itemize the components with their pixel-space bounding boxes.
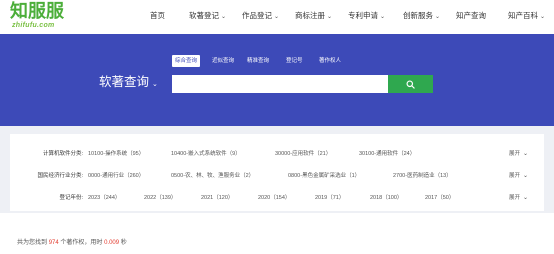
nav-patent-label: 专利申请 — [348, 11, 378, 20]
filter-row-registration-year: 登记年份: 2023（244） 2022（139） 2021（120） 2020… — [10, 191, 544, 205]
results-count: 974 — [48, 240, 59, 246]
chevron-down-icon: ⌄ — [523, 151, 529, 157]
tab-registration-number[interactable]: 登记号 — [283, 55, 306, 67]
filter-option[interactable]: 30000-应用软件（21） — [275, 147, 331, 161]
top-navbar: 知服服 zhifufu.com 首页 软著登记 ⌄ 作品登记 ⌄ 商标注册 ⌄ 专利申… — [0, 0, 554, 34]
results-time: 0.009 — [104, 240, 120, 246]
filter-option[interactable]: 2020（154） — [258, 191, 290, 205]
filter-option[interactable]: 0000-通用行业（260） — [88, 169, 144, 183]
filter-option[interactable]: 2018（100） — [370, 191, 402, 205]
results-summary: 共为您找到 974 个著作权，用时 0.009 秒 — [17, 238, 127, 248]
search-icon — [406, 79, 415, 89]
filter-panel: 计算机软件分类: 10100-操作系统（95） 10400-嵌入式系统软件（9）… — [10, 134, 544, 211]
search-hero: 综合查询 近似查询 精准查询 登记号 著作权人 软著查询 ⌄ — [0, 34, 554, 126]
tab-similar-query[interactable]: 近似查询 — [209, 55, 237, 67]
tab-copyright-owner[interactable]: 著作权人 — [316, 55, 344, 67]
filter-option[interactable]: 10400-嵌入式系统软件（9） — [171, 147, 241, 161]
chevron-down-icon: ⌄ — [152, 81, 158, 88]
expand-button[interactable]: 展开 ⌄ — [509, 169, 528, 183]
nav-ip-query-label: 知产查询 — [456, 11, 486, 20]
nav-trademark[interactable]: 商标注册 ⌄ — [295, 11, 332, 22]
filter-option[interactable]: 0800-黑色金属矿采选业（1） — [288, 169, 360, 183]
expand-label: 展开 — [509, 173, 521, 179]
expand-button[interactable]: 展开 ⌄ — [509, 191, 528, 205]
chevron-down-icon: ⌄ — [435, 14, 441, 20]
search-type-select[interactable]: 软著查询 ⌄ — [99, 74, 158, 93]
expand-label: 展开 — [509, 151, 521, 157]
chevron-down-icon: ⌄ — [540, 14, 546, 20]
nav-work-registration[interactable]: 作品登记 ⌄ — [242, 11, 279, 22]
filter-label: 国民经济行业分类: — [37, 173, 83, 179]
results-middle: 个著作权，用时 — [60, 240, 103, 246]
logo-domain: zhifufu.com — [12, 22, 55, 29]
filter-option[interactable]: 2017（50） — [425, 191, 454, 205]
search-button[interactable] — [388, 75, 433, 93]
nav-software-copyright-label: 软著登记 — [189, 11, 219, 20]
tab-comprehensive-query[interactable]: 综合查询 — [172, 55, 201, 67]
expand-button[interactable]: 展开 ⌄ — [509, 147, 528, 161]
nav-ip-wiki-label: 知产百科 — [508, 11, 538, 20]
expand-label: 展开 — [509, 195, 521, 201]
search-input[interactable] — [172, 75, 388, 93]
filter-option[interactable]: 2022（139） — [144, 191, 176, 205]
results-section: 共为您找到 974 个著作权，用时 0.009 秒 — [0, 213, 554, 254]
nav-home[interactable]: 首页 — [150, 11, 165, 21]
chevron-down-icon: ⌄ — [274, 14, 280, 20]
site-logo[interactable]: 知服服 zhifufu.com — [10, 1, 76, 31]
chevron-down-icon: ⌄ — [327, 14, 333, 20]
results-suffix: 秒 — [120, 240, 127, 246]
nav-innovation[interactable]: 创新服务 ⌄ — [403, 11, 440, 22]
filter-option[interactable]: 30100-通用软件（24） — [359, 147, 415, 161]
nav-ip-query[interactable]: 知产查询 — [456, 11, 486, 21]
nav-patent[interactable]: 专利申请 ⌄ — [348, 11, 385, 22]
filter-option[interactable]: 2019（71） — [315, 191, 344, 205]
results-prefix: 共为您找到 — [17, 240, 48, 246]
filter-label: 登记年份: — [59, 195, 83, 201]
nav-software-copyright[interactable]: 软著登记 ⌄ — [189, 11, 226, 22]
chevron-down-icon: ⌄ — [523, 195, 529, 201]
chevron-down-icon: ⌄ — [221, 14, 227, 20]
search-type-label: 软著查询 — [99, 75, 150, 89]
tab-exact-query[interactable]: 精准查询 — [244, 55, 272, 67]
nav-work-registration-label: 作品登记 — [242, 11, 272, 20]
chevron-down-icon: ⌄ — [380, 14, 386, 20]
nav-ip-wiki[interactable]: 知产百科 ⌄ — [508, 11, 545, 22]
logo-text: 知服服 — [10, 1, 64, 22]
filter-label: 计算机软件分类: — [42, 151, 83, 157]
filter-option[interactable]: 2021（120） — [201, 191, 233, 205]
filter-option[interactable]: 10100-操作系统（95） — [88, 147, 144, 161]
chevron-down-icon: ⌄ — [523, 173, 529, 179]
filter-row-industry-category: 国民经济行业分类: 0000-通用行业（260） 0500-农、林、牧、渔服务业… — [10, 169, 544, 183]
filter-option[interactable]: 2700-医药制造业（13） — [393, 169, 452, 183]
filter-option[interactable]: 2023（244） — [88, 191, 120, 205]
filter-row-software-category: 计算机软件分类: 10100-操作系统（95） 10400-嵌入式系统软件（9）… — [10, 147, 544, 161]
filter-option[interactable]: 0500-农、林、牧、渔服务业（2） — [171, 169, 254, 183]
nav-home-label: 首页 — [150, 11, 165, 20]
nav-innovation-label: 创新服务 — [403, 11, 433, 20]
nav-trademark-label: 商标注册 — [295, 11, 325, 20]
